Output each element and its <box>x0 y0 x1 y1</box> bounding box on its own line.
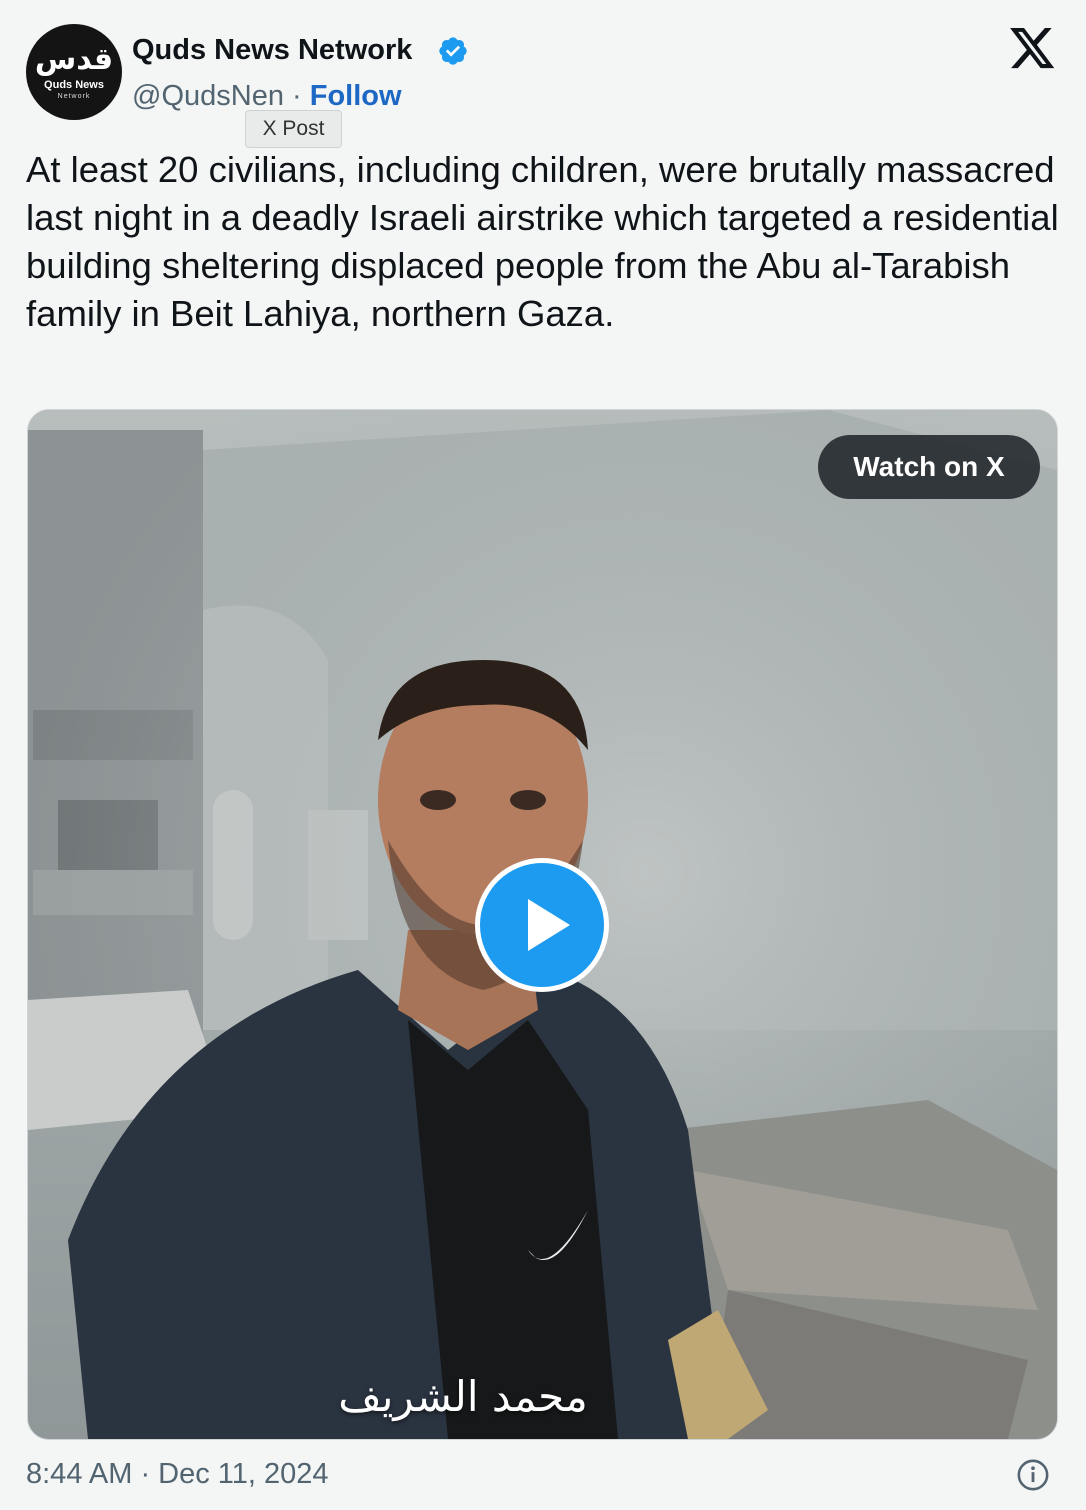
verified-badge-icon <box>439 37 467 65</box>
separator: · <box>283 80 310 112</box>
handle[interactable]: @QudsNen <box>132 80 284 112</box>
play-button[interactable] <box>475 858 609 992</box>
timestamp[interactable]: 8:44 AM · Dec 11, 2024 <box>26 1458 329 1491</box>
avatar-arabic-logo: قدس <box>34 43 114 76</box>
avatar-sublabel: Network <box>57 93 91 100</box>
watch-on-x-button[interactable]: Watch on X <box>818 435 1040 499</box>
video-player[interactable]: Watch on X محمد الشريف <box>27 409 1058 1440</box>
follow-button[interactable]: Follow <box>310 80 402 112</box>
avatar-label: Quds News <box>44 79 104 91</box>
info-icon[interactable] <box>1016 1458 1050 1492</box>
avatar[interactable]: قدس Quds News Network <box>26 24 122 120</box>
play-icon <box>528 899 570 951</box>
display-name[interactable]: Quds News Network <box>132 34 412 67</box>
x-logo-icon[interactable] <box>1010 28 1056 70</box>
handle-row: @QudsNen · Follow <box>132 80 402 113</box>
tweet-text: At least 20 civilians, including childre… <box>26 149 1059 334</box>
video-caption: محمد الشريف <box>338 1372 588 1421</box>
tooltip: X Post <box>245 110 342 148</box>
